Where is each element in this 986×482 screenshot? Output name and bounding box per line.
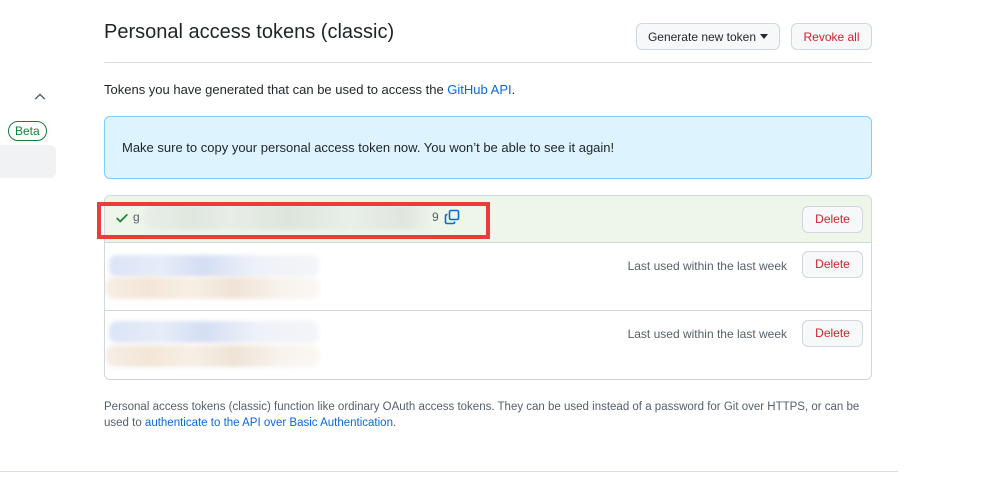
copy-token-flash: Make sure to copy your personal access t… — [104, 116, 872, 179]
delete-token-button[interactable]: Delete — [802, 251, 863, 278]
token-name-redacted — [109, 255, 319, 277]
delete-token-button[interactable]: Delete — [802, 206, 863, 233]
token-name-redacted — [109, 321, 319, 343]
generate-new-token-button[interactable]: Generate new token — [636, 23, 780, 50]
page-title: Personal access tokens (classic) — [104, 21, 395, 43]
basic-auth-link[interactable]: authenticate to the API over Basic Authe… — [145, 417, 393, 429]
github-api-link[interactable]: GitHub API — [447, 82, 511, 97]
last-used-text: Last used within the last week — [627, 259, 787, 273]
header-divider — [104, 62, 872, 63]
token-row: Last used within the last week Delete — [105, 243, 871, 311]
token-scopes-redacted — [105, 277, 320, 299]
last-used-text: Last used within the last week — [627, 327, 787, 341]
caret-down-icon — [760, 34, 769, 39]
bottom-divider — [0, 471, 898, 472]
token-scopes-redacted — [105, 345, 320, 367]
sidebar-item-active[interactable] — [0, 145, 56, 178]
chevron-up-icon[interactable] — [33, 90, 47, 104]
intro-text: Tokens you have generated that can be us… — [104, 82, 516, 97]
token-row: Last used within the last week Delete — [105, 311, 871, 379]
delete-token-button[interactable]: Delete — [802, 320, 863, 347]
highlight-annotation — [97, 202, 490, 239]
footnote: Personal access tokens (classic) functio… — [104, 401, 860, 429]
generate-new-token-label: Generate new token — [647, 30, 757, 44]
beta-badge: Beta — [8, 121, 47, 141]
revoke-all-button[interactable]: Revoke all — [791, 23, 872, 50]
flash-message: Make sure to copy your personal access t… — [122, 140, 615, 155]
